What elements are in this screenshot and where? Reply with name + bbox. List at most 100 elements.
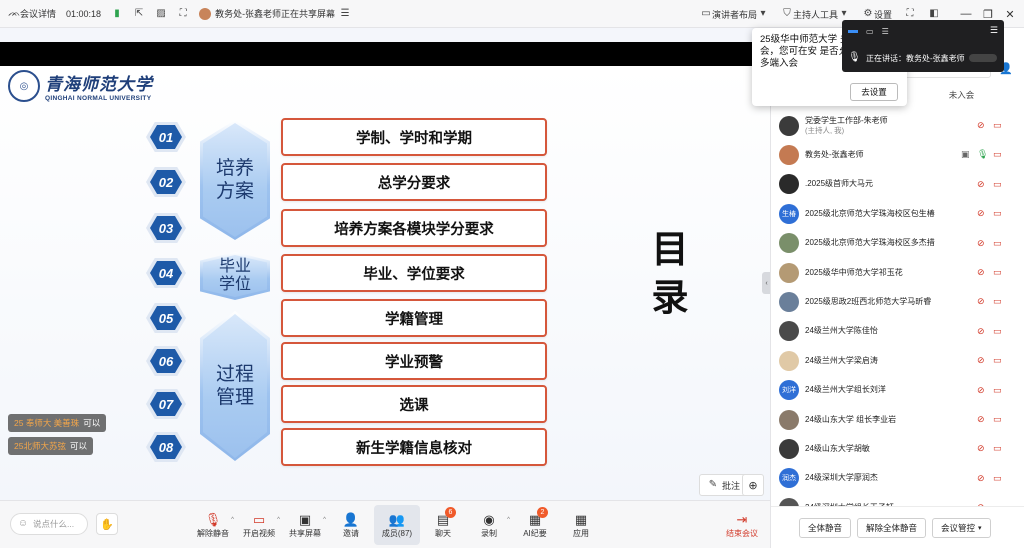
chevron-up-icon[interactable]: ^ bbox=[507, 517, 510, 523]
toolbar-buttons: 🎙 解除静音 ^ ▭ 开启视频 ^ ▣ 共享屏幕 ^ 👤 邀请 👥 成员(87) ▤ 聊天 6 ◉ 录制 ^ ▦ AI纪… bbox=[190, 505, 604, 545]
member-row[interactable]: 24级山东大学 组长李业岩 ⊘ ▭ bbox=[771, 405, 1024, 434]
mic-off-icon[interactable]: ⊘ bbox=[977, 385, 985, 396]
logo-chinese-name: 青海师范大学 bbox=[45, 75, 153, 95]
camera-off-icon[interactable]: ▭ bbox=[993, 473, 1002, 484]
go-settings-button[interactable]: 去设置 bbox=[850, 83, 898, 101]
host-tools-button[interactable]: ⛉ 主持人工具 ▾ bbox=[781, 8, 850, 21]
item-box-7: 选课 bbox=[281, 385, 547, 423]
member-row[interactable]: 生椿 2025级北京师范大学珠海校区包生椿 ⊘ ▭ bbox=[771, 199, 1024, 228]
speaking-overlay[interactable]: ▭ ☰ ☰ 🎙 正在讲话：教务处-张鑫老师 bbox=[842, 20, 1004, 72]
logo-english-name: QINGHAI NORMAL UNIVERSITY bbox=[45, 95, 152, 102]
member-row[interactable]: 2025级华中师范大学祁玉花 ⊘ ▭ bbox=[771, 258, 1024, 287]
toolbar-button-record[interactable]: ◉ 录制 ^ bbox=[466, 505, 512, 545]
annotate-button[interactable]: ✎ 批注 bbox=[699, 474, 749, 496]
avatar bbox=[779, 115, 799, 136]
mic-off-icon[interactable]: ⊘ bbox=[977, 296, 985, 307]
member-name: 党委学生工作部-朱老师 bbox=[805, 115, 888, 125]
mic-off-icon[interactable]: ⊘ bbox=[977, 208, 985, 219]
member-row[interactable]: 刘洋 24级兰州大学组长刘洋 ⊘ ▭ bbox=[771, 376, 1024, 405]
university-seal-icon: ◎ bbox=[8, 70, 40, 102]
member-row[interactable]: 2025级北京师范大学珠海校区多杰措 ⊘ ▭ bbox=[771, 229, 1024, 258]
meeting-control-button[interactable]: 会议管控 ▾ bbox=[932, 517, 991, 538]
toolbar-button-mic-off[interactable]: 🎙 解除静音 ^ bbox=[190, 505, 236, 545]
window-icon[interactable]: ▭ bbox=[866, 27, 874, 36]
camera-off-icon[interactable]: ▭ bbox=[993, 385, 1002, 396]
mic-off-icon[interactable]: ⊘ bbox=[977, 355, 985, 366]
camera-off-icon[interactable]: ▭ bbox=[993, 238, 1002, 249]
mic-off-icon[interactable]: ⊘ bbox=[977, 238, 985, 249]
sharing-menu-icon[interactable]: ☰ bbox=[339, 8, 351, 20]
member-row[interactable]: 2025级思政2班西北师范大学马昕睿 ⊘ ▭ bbox=[771, 287, 1024, 316]
gear-icon: ⚙ bbox=[863, 8, 873, 19]
member-row[interactable]: 党委学生工作部-朱老师 (主持人, 我) ⊘ ▭ bbox=[771, 111, 1024, 140]
meeting-details-button[interactable]: ᨏ 会议详情 bbox=[8, 7, 56, 20]
speaking-extra-blur bbox=[968, 54, 997, 62]
number-badge-06: 06 bbox=[146, 346, 186, 376]
member-row[interactable]: 24级山东大学胡敏 ⊘ ▭ bbox=[771, 434, 1024, 463]
signal-icon[interactable]: ▮ bbox=[111, 8, 123, 20]
camera-off-icon[interactable]: ▭ bbox=[993, 414, 1002, 425]
toolbar-button-chat[interactable]: ▤ 聊天 6 bbox=[420, 505, 466, 545]
unmute-all-button[interactable]: 解除全体静音 bbox=[857, 517, 927, 538]
screen-note-icon[interactable]: ▨ bbox=[155, 8, 167, 20]
chevron-up-icon[interactable]: ^ bbox=[277, 517, 280, 523]
mic-off-icon[interactable]: ⊘ bbox=[977, 120, 985, 131]
member-row[interactable]: 教务处-张鑫老师 ▣ 🎙 ▭ bbox=[771, 140, 1024, 169]
toolbar-button-ai-notes[interactable]: ▦ AI纪要 2 bbox=[512, 505, 558, 545]
toolbar-button-share-screen[interactable]: ▣ 共享屏幕 ^ bbox=[282, 505, 328, 545]
overlay-menu-icon[interactable]: ☰ bbox=[990, 25, 998, 36]
camera-off-icon[interactable]: ▭ bbox=[993, 355, 1002, 366]
drag-bar-icon[interactable] bbox=[848, 29, 858, 33]
say-something-input[interactable]: ☺ 说点什么... bbox=[10, 513, 88, 535]
sidebar-toggle-icon[interactable]: ◧ bbox=[928, 8, 940, 20]
camera-off-icon[interactable]: ▭ bbox=[993, 443, 1002, 454]
chat-bubble-2: 25北师大苏弦 可以 bbox=[8, 437, 93, 455]
member-row[interactable]: .2025级首师大马元 ⊘ ▭ bbox=[771, 170, 1024, 199]
mic-on-icon[interactable]: 🎙 bbox=[977, 149, 988, 160]
toolbar-button-invite[interactable]: 👤 邀请 bbox=[328, 505, 374, 545]
minimize-icon[interactable]: — bbox=[958, 8, 974, 20]
tab-not-joined[interactable]: 未入会 bbox=[898, 84, 1024, 106]
restore-icon[interactable]: ❐ bbox=[980, 8, 996, 21]
sharing-indicator[interactable]: 教务处-张鑫老师正在共享屏幕 ☰ bbox=[199, 7, 351, 20]
camera-off-icon[interactable]: ▭ bbox=[993, 120, 1002, 131]
mic-off-icon[interactable]: ⊘ bbox=[977, 326, 985, 337]
raise-hand-button[interactable]: ✋ bbox=[96, 513, 118, 535]
member-row[interactable]: 24级深圳大学组长王子轩⊘▭ bbox=[771, 493, 1024, 506]
toolbar-button-apps[interactable]: ▦ 应用 bbox=[558, 505, 604, 545]
member-row[interactable]: 润杰 24级深圳大学廖润杰 ⊘ ▭ bbox=[771, 464, 1024, 493]
mic-off-icon[interactable]: ⊘ bbox=[977, 473, 985, 484]
mic-off-icon[interactable]: ⊘ bbox=[977, 267, 985, 278]
camera-off-icon[interactable]: ▭ bbox=[993, 208, 1002, 219]
presenter-layout-button[interactable]: ▭ 演讲者布局 ▾ bbox=[700, 8, 769, 21]
end-meeting-button[interactable]: ⇥ 结束会议 bbox=[720, 505, 764, 545]
meeting-details-label: 会议详情 bbox=[20, 9, 57, 19]
grid-icon[interactable]: ☰ bbox=[882, 27, 889, 36]
screen-lock-icon[interactable]: ⛶ bbox=[177, 8, 189, 20]
camera-off-icon[interactable]: ▭ bbox=[993, 179, 1002, 190]
popout-icon[interactable]: ⇱ bbox=[133, 8, 145, 20]
zoom-in-button[interactable]: ⊕ bbox=[742, 474, 764, 496]
camera-off-icon[interactable]: ▭ bbox=[993, 326, 1002, 337]
member-name: 2025级思政2班西北师范大学马昕睿 bbox=[805, 297, 932, 307]
member-row[interactable]: 24级兰州大学陈佳怡 ⊘ ▭ bbox=[771, 317, 1024, 346]
member-row[interactable]: 24级兰州大学梁启涛 ⊘ ▭ bbox=[771, 346, 1024, 375]
toolbar-button-members[interactable]: 👥 成员(87) bbox=[374, 505, 420, 545]
camera-off-icon[interactable]: ▭ bbox=[993, 296, 1002, 307]
number-badge-02: 02 bbox=[146, 167, 186, 197]
mic-off-icon[interactable]: ⊘ bbox=[977, 443, 985, 454]
chevron-up-icon[interactable]: ^ bbox=[231, 517, 234, 523]
settings-button[interactable]: ⚙ 设置 bbox=[862, 8, 893, 21]
item-box-2: 总学分要求 bbox=[281, 163, 547, 201]
fullscreen-icon[interactable]: ⛶ bbox=[904, 8, 916, 20]
mic-off-icon[interactable]: ⊘ bbox=[977, 179, 985, 190]
member-name: 24级兰州大学陈佳怡 bbox=[805, 326, 878, 336]
camera-off-icon[interactable]: ▭ bbox=[993, 267, 1002, 278]
mic-off-icon[interactable]: ⊘ bbox=[977, 414, 985, 425]
chevron-up-icon[interactable]: ^ bbox=[323, 517, 326, 523]
item-box-1: 学制、学时和学期 bbox=[281, 118, 547, 156]
mute-all-button[interactable]: 全体静音 bbox=[799, 517, 852, 538]
close-icon[interactable]: ✕ bbox=[1002, 8, 1018, 21]
camera-off-icon[interactable]: ▭ bbox=[993, 149, 1002, 160]
toolbar-button-camera-off[interactable]: ▭ 开启视频 ^ bbox=[236, 505, 282, 545]
